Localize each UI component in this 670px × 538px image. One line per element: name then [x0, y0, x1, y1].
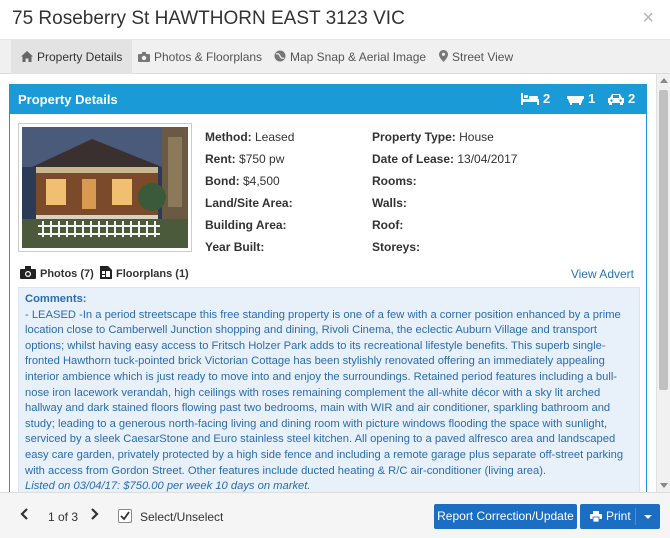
car-icon [608, 94, 624, 105]
globe-icon [274, 50, 286, 62]
tab-map-snap[interactable]: Map Snap & Aerial Image [274, 40, 426, 74]
panel-header: Property Details 2 1 2 [10, 85, 646, 114]
camera-icon [20, 266, 36, 279]
detail-date-of-lease: Date of Lease: 13/04/2017 [372, 152, 518, 166]
floorplans-link[interactable]: Floorplans (1) [100, 266, 189, 280]
comments-text: - LEASED -In a period streetscape this f… [25, 308, 624, 477]
detail-building-area: Building Area: [205, 218, 287, 232]
scroll-thumb[interactable] [659, 90, 668, 390]
caret-down-icon[interactable] [644, 515, 652, 519]
detail-storeys: Storeys: [372, 240, 421, 254]
camera-icon [138, 52, 150, 62]
scroll-down-arrow-icon[interactable] [660, 483, 668, 488]
modal-footer: 1 of 3 Select/Unselect Report Correction… [0, 492, 670, 538]
bed-icon [521, 93, 539, 105]
bath-icon [567, 96, 584, 105]
carspaces-count: 2 [608, 91, 635, 106]
detail-land-area: Land/Site Area: [205, 196, 293, 210]
print-divider [635, 508, 636, 525]
previous-page-button[interactable] [20, 507, 29, 524]
content-area[interactable]: Property Details 2 1 2 Method: Leased Re… [0, 74, 670, 492]
comments-box: Comments: - LEASED -In a period streetsc… [18, 287, 640, 492]
checkmark-icon [120, 511, 130, 521]
comments-label: Comments: [25, 293, 87, 305]
tab-property-details[interactable]: Property Details [11, 40, 133, 74]
chevron-left-icon [20, 508, 28, 520]
listed-info: Listed on 03/04/17: $750.00 per week 10 … [25, 480, 311, 492]
property-photo [22, 127, 188, 248]
tab-street-view[interactable]: Street View [439, 40, 513, 74]
detail-roof: Roof: [372, 218, 404, 232]
select-checkbox[interactable] [118, 509, 132, 523]
property-details-panel: Property Details 2 1 2 Method: Leased Re… [9, 84, 647, 492]
detail-walls: Walls: [372, 196, 407, 210]
tab-label: Photos & Floorplans [154, 50, 263, 64]
tab-label: Property Details [37, 50, 123, 64]
bathrooms-count: 1 [567, 91, 595, 106]
detail-property-type: Property Type: House [372, 130, 494, 144]
print-button[interactable]: Print [580, 504, 660, 529]
page-indicator: 1 of 3 [48, 510, 79, 524]
floorplan-icon [100, 266, 112, 279]
view-advert-link[interactable]: View Advert [571, 267, 634, 281]
map-marker-icon [439, 50, 448, 62]
tab-label: Street View [452, 50, 514, 64]
detail-rooms: Rooms: [372, 174, 417, 188]
bedrooms-count: 2 [521, 91, 550, 106]
select-unselect-label[interactable]: Select/Unselect [140, 510, 223, 524]
tab-photos-floorplans[interactable]: Photos & Floorplans [138, 40, 262, 74]
printer-icon [590, 511, 602, 523]
tab-bar: Property Details Photos & Floorplans Map… [0, 40, 670, 74]
tab-label: Map Snap & Aerial Image [290, 50, 427, 64]
vertical-scrollbar[interactable] [656, 74, 670, 492]
detail-method: Method: Leased [205, 130, 295, 144]
scroll-up-arrow-icon[interactable] [660, 78, 668, 83]
detail-bond: Bond: $4,500 [205, 174, 280, 188]
next-page-button[interactable] [90, 507, 99, 524]
photos-link[interactable]: Photos (7) [20, 266, 94, 280]
detail-rent: Rent: $750 pw [205, 152, 285, 166]
home-icon [21, 51, 33, 62]
modal-header: 75 Roseberry St HAWTHORN EAST 3123 VIC × [0, 0, 670, 40]
detail-year-built: Year Built: [205, 240, 265, 254]
chevron-right-icon [91, 508, 99, 520]
panel-title: Property Details [18, 92, 118, 107]
close-icon[interactable]: × [642, 8, 654, 28]
print-label: Print [606, 509, 631, 523]
report-correction-button[interactable]: Report Correction/Update [434, 504, 577, 529]
property-photo-frame[interactable] [18, 123, 192, 252]
modal-title: 75 Roseberry St HAWTHORN EAST 3123 VIC [12, 8, 405, 29]
